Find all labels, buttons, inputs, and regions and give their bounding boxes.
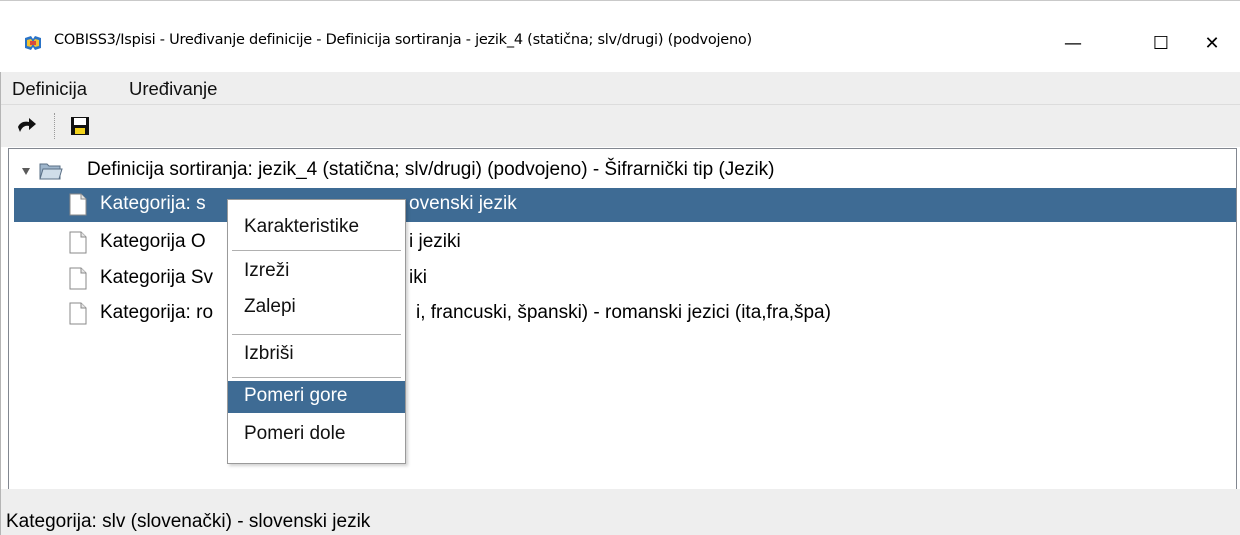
tree-item-label: Kategorija: s <box>100 193 206 214</box>
tree-item-label: Kategorija Sv <box>100 267 214 288</box>
context-menu: Karakteristike Izreži Zalepi Izbriši Pom… <box>227 199 406 464</box>
tree-item-label: Kategorija: ro <box>100 302 214 323</box>
minimize-button[interactable]: — <box>1044 14 1102 72</box>
toolbar <box>0 104 1240 147</box>
title-bar: COBISS3/Ispisi - Uređivanje definicije -… <box>0 14 1240 72</box>
tree-root-label: Definicija sortiranja: jezik_4 (statična… <box>87 159 775 180</box>
tree-item-slv[interactable]: Kategorija: s ovenski jezik <box>14 188 1236 222</box>
tree-item-romance[interactable]: Kategorija: ro i, francuski, španski) - … <box>9 297 1236 331</box>
menu-separator <box>232 250 401 251</box>
tree-item-label-tail: i jeziki <box>409 231 461 252</box>
tree-item-label-tail: iki <box>409 267 427 288</box>
menu-item-move-up[interactable]: Pomeri gore <box>228 381 405 413</box>
expand-triangle-icon[interactable] <box>22 168 30 175</box>
tree-item-label-tail: ovenski jezik <box>409 193 517 214</box>
tree-item-label-tail: i, francuski, španski) - romanski jezici… <box>416 302 831 323</box>
minimize-icon: — <box>1064 32 1082 54</box>
menu-item-label: Karakteristike <box>244 216 360 237</box>
close-icon: ✕ <box>1204 32 1220 54</box>
menu-item-cut[interactable]: Izreži <box>228 256 405 288</box>
cobiss-app-icon <box>25 36 41 50</box>
status-bar: Kategorija: slv (slovenački) - slovenski… <box>0 489 1240 535</box>
menu-item-move-down[interactable]: Pomeri dole <box>228 419 405 451</box>
menu-item-label: Pomeri dole <box>244 423 346 444</box>
menu-uredjivanje[interactable]: Uređivanje <box>129 78 217 100</box>
close-button[interactable]: ✕ <box>1183 14 1240 72</box>
document-icon <box>69 302 87 325</box>
menu-item-properties[interactable]: Karakteristike <box>228 212 405 244</box>
app-window: COBISS3/Ispisi - Uređivanje definicije -… <box>0 0 1240 535</box>
menu-item-label: Zalepi <box>244 296 296 317</box>
menu-bar: Definicija Uređivanje <box>0 72 1240 104</box>
maximize-button[interactable]: ☐ <box>1132 14 1190 72</box>
menu-separator <box>232 377 401 378</box>
status-text: Kategorija: slv (slovenački) - slovenski… <box>6 511 371 532</box>
menu-separator <box>232 334 401 335</box>
window-title: COBISS3/Ispisi - Uređivanje definicije -… <box>54 32 752 48</box>
menu-item-paste[interactable]: Zalepi <box>228 292 405 324</box>
back-arrow-icon[interactable] <box>15 115 37 137</box>
tree-item-label: Kategorija O <box>100 231 206 252</box>
folder-open-icon <box>39 163 63 180</box>
window-edge <box>0 72 1 535</box>
save-disk-icon[interactable] <box>69 115 91 137</box>
document-icon <box>69 267 87 290</box>
maximize-icon: ☐ <box>1152 32 1170 54</box>
toolbar-separator <box>54 113 55 139</box>
menu-definicija[interactable]: Definicija <box>12 78 87 100</box>
menu-item-label: Izreži <box>244 260 290 281</box>
document-icon <box>69 193 87 216</box>
tree-item-other[interactable]: Kategorija O i jeziki <box>9 226 1236 260</box>
tree-item-sv[interactable]: Kategorija Sv iki <box>9 262 1236 296</box>
document-icon <box>69 231 87 254</box>
menu-item-delete[interactable]: Izbriši <box>228 339 405 371</box>
tree-root-row[interactable]: Definicija sortiranja: jezik_4 (statična… <box>9 154 1236 188</box>
definition-tree[interactable]: Definicija sortiranja: jezik_4 (statična… <box>8 148 1237 490</box>
menu-item-label: Pomeri gore <box>244 385 348 406</box>
menu-item-label: Izbriši <box>244 343 294 364</box>
